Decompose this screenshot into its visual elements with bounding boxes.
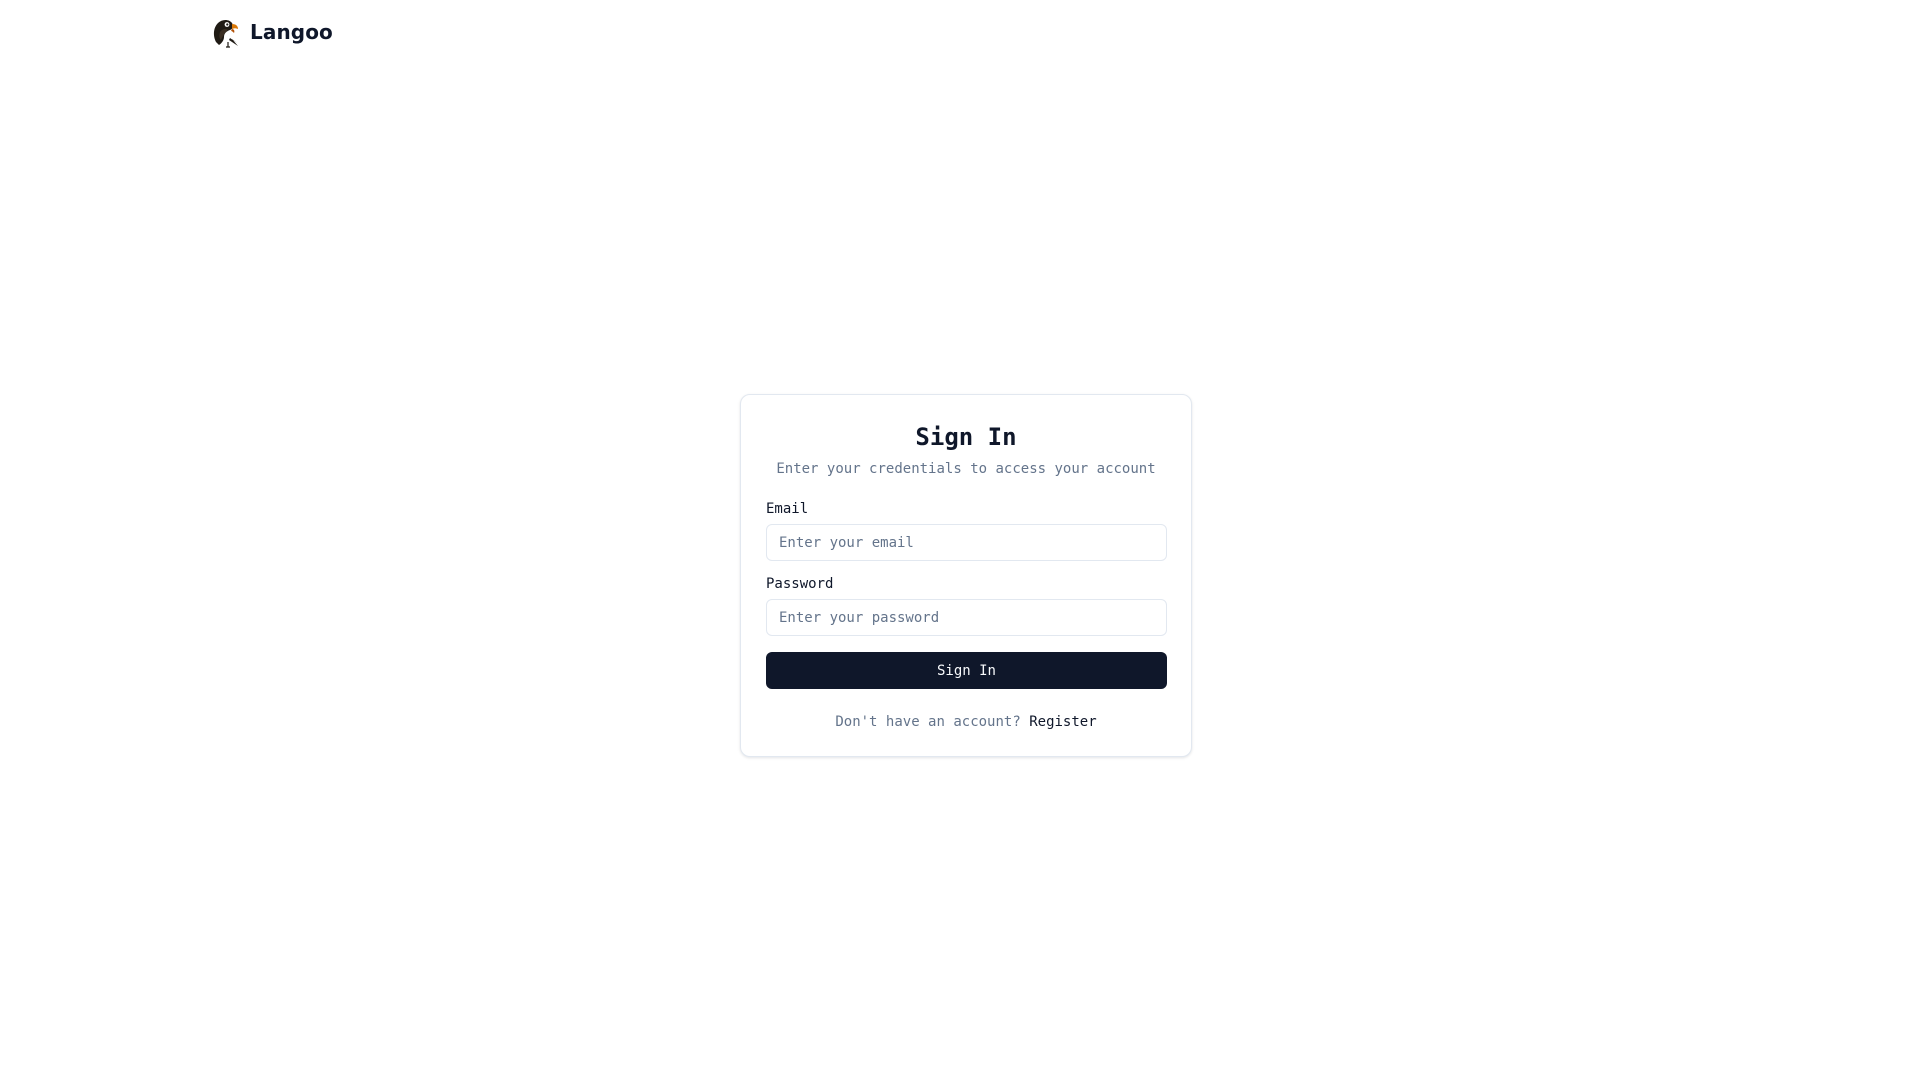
brand-name: Langoo	[250, 20, 333, 44]
brand-home-link[interactable]: Langoo	[210, 16, 333, 48]
email-input[interactable]	[766, 524, 1167, 561]
register-link[interactable]: Register	[1029, 714, 1096, 730]
signin-button[interactable]: Sign In	[766, 652, 1167, 689]
signin-subtitle: Enter your credentials to access your ac…	[776, 461, 1156, 477]
signin-card: Sign In Enter your credentials to access…	[740, 394, 1192, 757]
parrot-logo-icon	[213, 20, 238, 48]
password-input[interactable]	[766, 599, 1167, 636]
register-row: Don't have an account? Register	[741, 712, 1191, 732]
signin-title: Sign In	[915, 423, 1017, 451]
password-label: Password	[766, 576, 834, 592]
top-header: Langoo	[0, 0, 1920, 64]
email-label: Email	[766, 501, 809, 517]
register-prompt: Don't have an account?	[835, 714, 1021, 730]
